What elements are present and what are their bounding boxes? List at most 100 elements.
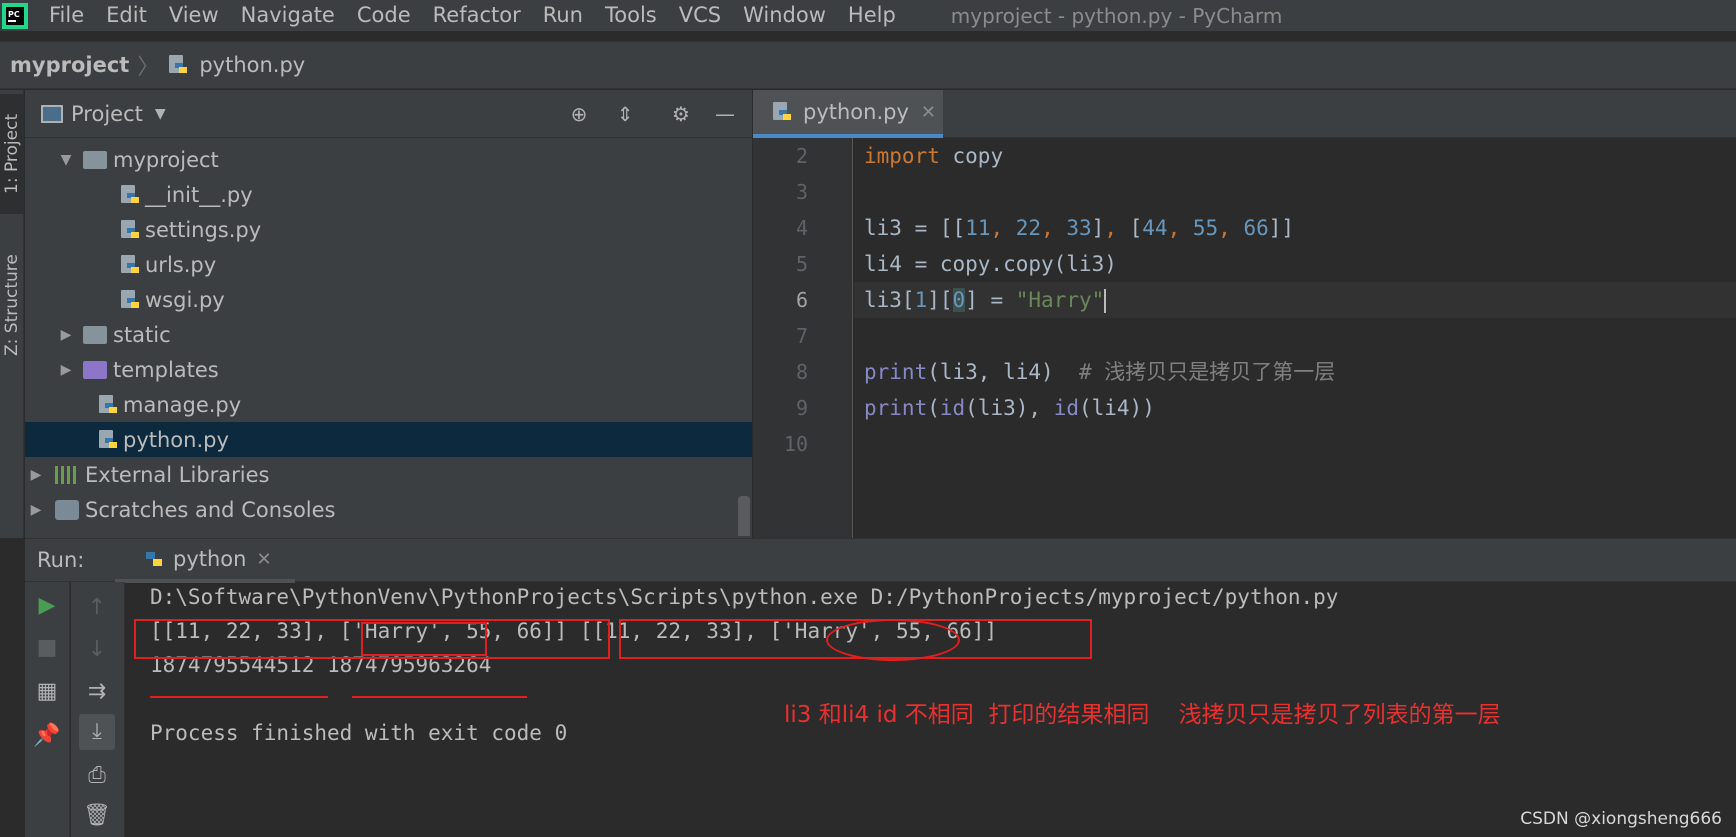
code-number: 11 <box>965 216 991 240</box>
line-number: 5 <box>795 252 808 276</box>
python-file-icon <box>97 394 119 416</box>
tool-tab-structure-label: Z: Structure <box>2 254 22 356</box>
close-icon[interactable]: ✕ <box>256 549 271 570</box>
pin-icon[interactable]: 📌 <box>33 722 61 750</box>
collapsed-arrow-icon[interactable]: ▶ <box>59 327 73 343</box>
python-file-icon <box>119 219 141 241</box>
gear-icon[interactable]: ⚙ <box>669 102 693 126</box>
tree-item-wsgi[interactable]: wsgi.py <box>25 282 752 317</box>
code-module: copy <box>952 144 1004 168</box>
expanded-arrow-icon[interactable]: ▼ <box>59 152 73 168</box>
run-panel-label: Run: <box>37 548 85 572</box>
python-file-icon <box>771 101 793 123</box>
menu-tools[interactable]: Tools <box>594 0 668 31</box>
code-string: "Harry" <box>1015 288 1105 312</box>
menu-run[interactable]: Run <box>532 0 594 31</box>
menu-view[interactable]: View <box>158 0 230 31</box>
hide-panel-icon[interactable]: — <box>713 102 737 126</box>
print-icon[interactable]: ⎙ <box>83 762 111 790</box>
tree-item-init[interactable]: __init__.py <box>25 177 752 212</box>
project-tree: ▼ myproject __init__.py settings.py urls… <box>25 138 752 536</box>
layout-icon[interactable]: ▦ <box>33 678 61 706</box>
tree-scrollbar[interactable] <box>738 496 750 536</box>
run-panel: Run: python ✕ ▶ ■ ▦ 📌 ↑ ↓ ⇉ ⤓ ⎙ 🗑 D:\Sof… <box>25 538 1736 837</box>
svg-text:PC: PC <box>8 10 20 19</box>
run-tab-label: python <box>173 547 247 571</box>
text-caret <box>1104 289 1107 313</box>
collapse-all-icon[interactable]: ⇕ <box>613 102 637 126</box>
rerun-icon[interactable]: ▶ <box>33 592 61 620</box>
code-builtin: print <box>864 360 928 384</box>
code-text: ] = <box>965 288 1016 312</box>
tool-tab-structure[interactable]: Z: Structure <box>0 240 24 370</box>
arrow-down-icon[interactable]: ↓ <box>83 636 111 664</box>
code-area[interactable]: import copy li3 = [[11, 22, 33], [44, 55… <box>854 138 1736 538</box>
tree-item-settings[interactable]: settings.py <box>25 212 752 247</box>
locate-icon[interactable]: ⊕ <box>567 102 591 126</box>
tree-item-myproject[interactable]: ▼ myproject <box>25 142 752 177</box>
menu-vcs[interactable]: VCS <box>668 0 732 31</box>
tree-item-urls[interactable]: urls.py <box>25 247 752 282</box>
project-view-icon <box>41 104 63 123</box>
breadcrumb-project[interactable]: myproject <box>10 53 129 77</box>
code-editor: python.py ✕ 2 3 4 5 6 7 8 9 10 import co… <box>753 90 1736 538</box>
tree-item-scratches[interactable]: ▶ Scratches and Consoles <box>25 492 752 527</box>
code-line-6: li3[1][0] = "Harry" <box>854 282 1736 318</box>
run-panel-header: Run: python ✕ <box>25 538 1736 583</box>
tree-item-static[interactable]: ▶ static <box>25 317 752 352</box>
python-file-icon <box>97 429 119 451</box>
tool-tab-project[interactable]: 1: Project <box>0 94 24 214</box>
arrow-up-icon[interactable]: ↑ <box>83 594 111 622</box>
collapsed-arrow-icon[interactable]: ▶ <box>29 502 43 518</box>
breadcrumb-file[interactable]: python.py <box>199 53 305 77</box>
stop-icon[interactable]: ■ <box>33 634 61 662</box>
editor-tab-label: python.py <box>803 100 909 124</box>
menu-navigate[interactable]: Navigate <box>230 0 346 31</box>
run-toolbar: ▶ ■ ▦ 📌 <box>25 582 70 837</box>
python-icon <box>143 548 165 570</box>
code-text: li3[ <box>864 288 915 312</box>
code-comment: # 浅拷贝只是拷贝了第一层 <box>1078 360 1336 384</box>
line-number: 10 <box>783 432 808 456</box>
tree-item-label: templates <box>113 357 219 382</box>
collapsed-arrow-icon[interactable]: ▶ <box>59 362 73 378</box>
editor-tab-python[interactable]: python.py ✕ <box>753 90 943 138</box>
code-op: = <box>914 216 928 240</box>
run-tab-python[interactable]: python ✕ <box>115 539 295 583</box>
tree-item-label: External Libraries <box>85 462 270 487</box>
soft-wrap-icon[interactable]: ⇉ <box>83 678 111 706</box>
code-number: 1 <box>914 288 928 312</box>
tree-item-manage[interactable]: manage.py <box>25 387 752 422</box>
templates-folder-icon <box>83 360 107 379</box>
left-tool-strip: 1: Project Z: Structure <box>0 90 24 538</box>
code-builtin: id <box>1053 396 1079 420</box>
tree-item-external-libraries[interactable]: ▶ External Libraries <box>25 457 752 492</box>
close-icon[interactable]: ✕ <box>921 102 936 123</box>
collapsed-arrow-icon[interactable]: ▶ <box>29 467 43 483</box>
line-number: 7 <box>795 324 808 348</box>
annotation-text: li3 和li4 id 不相同 打印的结果相同 浅拷贝只是拷贝了列表的第一层 <box>784 702 1501 728</box>
tree-item-templates[interactable]: ▶ templates <box>25 352 752 387</box>
tool-tab-project-label: 1: Project <box>2 113 22 195</box>
project-panel-title[interactable]: Project <box>71 102 143 126</box>
trash-icon[interactable]: 🗑 <box>83 802 111 830</box>
line-number-gutter: 2 3 4 5 6 7 8 9 10 <box>753 138 853 538</box>
menu-file[interactable]: File <box>38 0 95 31</box>
tree-item-label: Scratches and Consoles <box>85 497 336 522</box>
tree-item-python[interactable]: python.py <box>25 422 752 457</box>
chevron-down-icon[interactable]: ▼ <box>155 106 166 122</box>
code-builtin: print <box>864 396 928 420</box>
annotation-ellipse-harry <box>826 619 960 661</box>
code-number: 33 <box>1066 216 1092 240</box>
scroll-to-end-icon[interactable]: ⤓ <box>79 714 115 750</box>
libraries-icon <box>55 465 79 484</box>
menu-window[interactable]: Window <box>732 0 837 31</box>
python-file-icon <box>119 254 141 276</box>
menu-code[interactable]: Code <box>346 0 422 31</box>
code-text: ][ <box>927 288 953 312</box>
annotation-box-harry <box>361 622 487 656</box>
menu-refactor[interactable]: Refactor <box>422 0 532 31</box>
project-panel-header: Project ▼ ⊕ ⇕ ⚙ — <box>25 90 752 138</box>
menu-help[interactable]: Help <box>837 0 907 31</box>
menu-edit[interactable]: Edit <box>95 0 158 31</box>
